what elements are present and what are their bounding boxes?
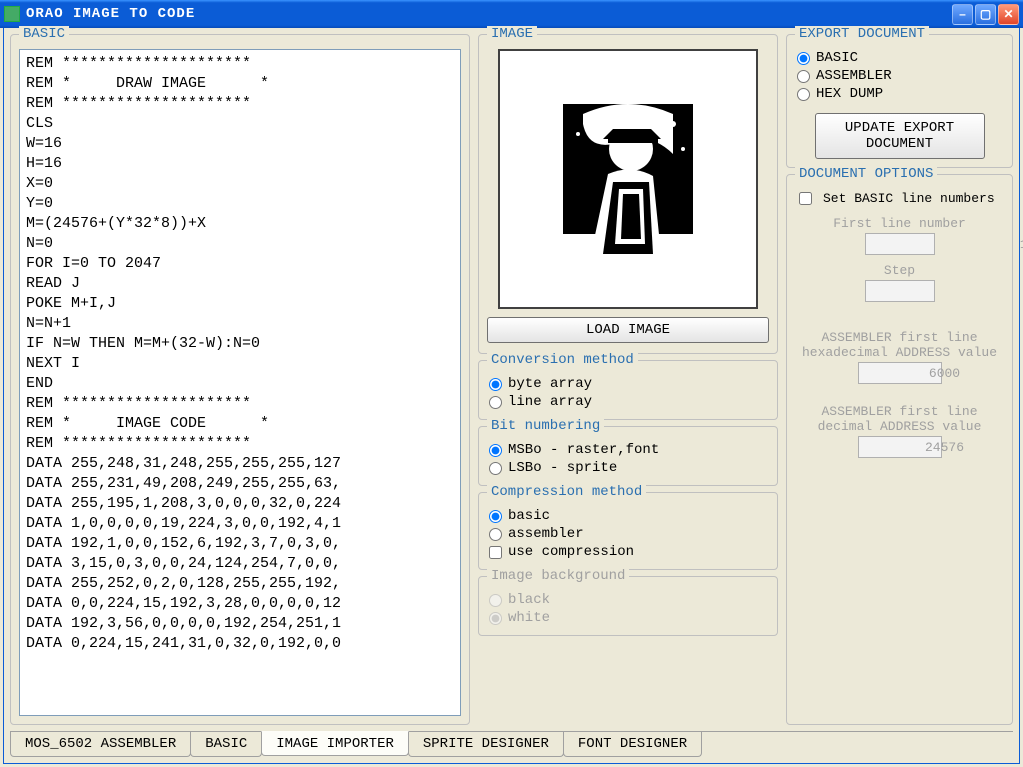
compression-basic-radio[interactable]	[489, 510, 502, 523]
set-line-numbers-label: Set BASIC line numbers	[823, 192, 995, 206]
tab-sprite-designer[interactable]: SPRITE DESIGNER	[408, 732, 564, 757]
export-legend: EXPORT DOCUMENT	[795, 26, 929, 42]
main-panels: BASIC REM ********************* REM * DR…	[10, 34, 1013, 725]
export-basic-option[interactable]: BASIC	[795, 49, 1004, 67]
bitnum-msbo-label: MSBo - raster,font	[508, 442, 659, 458]
compression-assembler-option[interactable]: assembler	[487, 525, 769, 543]
tab-image-importer[interactable]: IMAGE IMPORTER	[261, 731, 409, 756]
image-background-group: Image background black white	[478, 576, 778, 636]
client-area: BASIC REM ********************* REM * DR…	[3, 28, 1020, 764]
bitnum-lsbo-option[interactable]: LSBo - sprite	[487, 459, 769, 477]
first-line-label: First line number	[795, 216, 1004, 231]
bit-numbering-group: Bit numbering MSBo - raster,font LSBo - …	[478, 426, 778, 486]
set-line-numbers-checkbox[interactable]	[799, 192, 812, 205]
bitnum-msbo-option[interactable]: MSBo - raster,font	[487, 441, 769, 459]
conversion-byte-array-option[interactable]: byte array	[487, 375, 769, 393]
bitnum-lsbo-label: LSBo - sprite	[508, 460, 617, 476]
background-white-option: white	[487, 609, 769, 627]
basic-code-frame: REM ********************* REM * DRAW IMA…	[19, 49, 461, 716]
asm-dec-input	[859, 437, 1023, 457]
conversion-legend: Conversion method	[487, 352, 638, 368]
maximize-button[interactable]: ▢	[975, 4, 996, 25]
conversion-byte-array-label: byte array	[508, 376, 592, 392]
conversion-line-array-label: line array	[508, 394, 592, 410]
right-column: EXPORT DOCUMENT BASIC ASSEMBLER HEX DUMP…	[786, 34, 1013, 725]
export-assembler-radio[interactable]	[797, 70, 810, 83]
background-black-radio	[489, 594, 502, 607]
conversion-byte-array-radio[interactable]	[489, 378, 502, 391]
asm-hex-label: ASSEMBLER first line hexadecimal ADDRESS…	[795, 330, 1004, 360]
use-compression-checkbox[interactable]	[489, 546, 502, 559]
export-document-group: EXPORT DOCUMENT BASIC ASSEMBLER HEX DUMP…	[786, 34, 1013, 168]
compression-assembler-radio[interactable]	[489, 528, 502, 541]
conversion-line-array-radio[interactable]	[489, 396, 502, 409]
export-hexdump-radio[interactable]	[797, 88, 810, 101]
docopts-legend: DOCUMENT OPTIONS	[795, 166, 937, 182]
tab-font-designer[interactable]: FONT DESIGNER	[563, 732, 702, 757]
image-group: IMAGE	[478, 34, 778, 354]
background-black-option: black	[487, 591, 769, 609]
close-button[interactable]: ✕	[998, 4, 1019, 25]
bitnum-lsbo-radio[interactable]	[489, 462, 502, 475]
image-legend: IMAGE	[487, 26, 537, 42]
left-column: BASIC REM ********************* REM * DR…	[10, 34, 470, 725]
compression-legend: Compression method	[487, 484, 646, 500]
bitnum-legend: Bit numbering	[487, 418, 604, 434]
basic-code-textarea[interactable]: REM ********************* REM * DRAW IMA…	[20, 50, 460, 715]
tab-basic[interactable]: BASIC	[190, 732, 262, 757]
bottom-tabs: MOS_6502 ASSEMBLER BASIC IMAGE IMPORTER …	[10, 731, 1013, 757]
window-title: ORAO IMAGE TO CODE	[26, 6, 952, 22]
first-line-input-wrap: ▲▼	[865, 233, 935, 255]
asm-hex-input	[859, 363, 1023, 383]
asm-dec-input-wrap: ▲▼	[858, 436, 942, 458]
image-preview	[498, 49, 758, 309]
conversion-line-array-option[interactable]: line array	[487, 393, 769, 411]
middle-column: IMAGE	[478, 34, 778, 725]
compression-basic-option[interactable]: basic	[487, 507, 769, 525]
tab-mos6502-assembler[interactable]: MOS_6502 ASSEMBLER	[10, 732, 191, 757]
export-basic-radio[interactable]	[797, 52, 810, 65]
preview-graphic	[553, 94, 703, 264]
step-label: Step	[795, 263, 1004, 278]
background-legend: Image background	[487, 568, 629, 584]
set-line-numbers-option[interactable]: Set BASIC line numbers	[795, 189, 1004, 208]
background-black-label: black	[508, 592, 550, 608]
asm-hex-input-wrap	[858, 362, 942, 384]
app-icon	[4, 6, 20, 22]
basic-legend: BASIC	[19, 26, 69, 42]
compression-assembler-label: assembler	[508, 526, 584, 542]
use-compression-option[interactable]: use compression	[487, 543, 769, 561]
titlebar: ORAO IMAGE TO CODE – ▢ ✕	[0, 0, 1023, 28]
update-export-button[interactable]: UPDATE EXPORT DOCUMENT	[815, 113, 985, 159]
step-input	[866, 281, 1023, 301]
document-options-group: DOCUMENT OPTIONS Set BASIC line numbers …	[786, 174, 1013, 725]
window-controls: – ▢ ✕	[952, 4, 1019, 25]
basic-group: BASIC REM ********************* REM * DR…	[10, 34, 470, 725]
compression-method-group: Compression method basic assembler use c…	[478, 492, 778, 570]
conversion-method-group: Conversion method byte array line array	[478, 360, 778, 420]
compression-basic-label: basic	[508, 508, 550, 524]
first-line-input	[866, 234, 1023, 254]
step-input-wrap: ▲▼	[865, 280, 935, 302]
asm-dec-label: ASSEMBLER first line decimal ADDRESS val…	[795, 404, 1004, 434]
bitnum-msbo-radio[interactable]	[489, 444, 502, 457]
export-basic-label: BASIC	[816, 50, 858, 66]
export-hexdump-option[interactable]: HEX DUMP	[795, 85, 1004, 103]
background-white-radio	[489, 612, 502, 625]
export-assembler-label: ASSEMBLER	[816, 68, 892, 84]
minimize-button[interactable]: –	[952, 4, 973, 25]
load-image-button[interactable]: LOAD IMAGE	[487, 317, 769, 343]
background-white-label: white	[508, 610, 550, 626]
export-assembler-option[interactable]: ASSEMBLER	[795, 67, 1004, 85]
use-compression-label: use compression	[508, 544, 634, 560]
export-hexdump-label: HEX DUMP	[816, 86, 883, 102]
